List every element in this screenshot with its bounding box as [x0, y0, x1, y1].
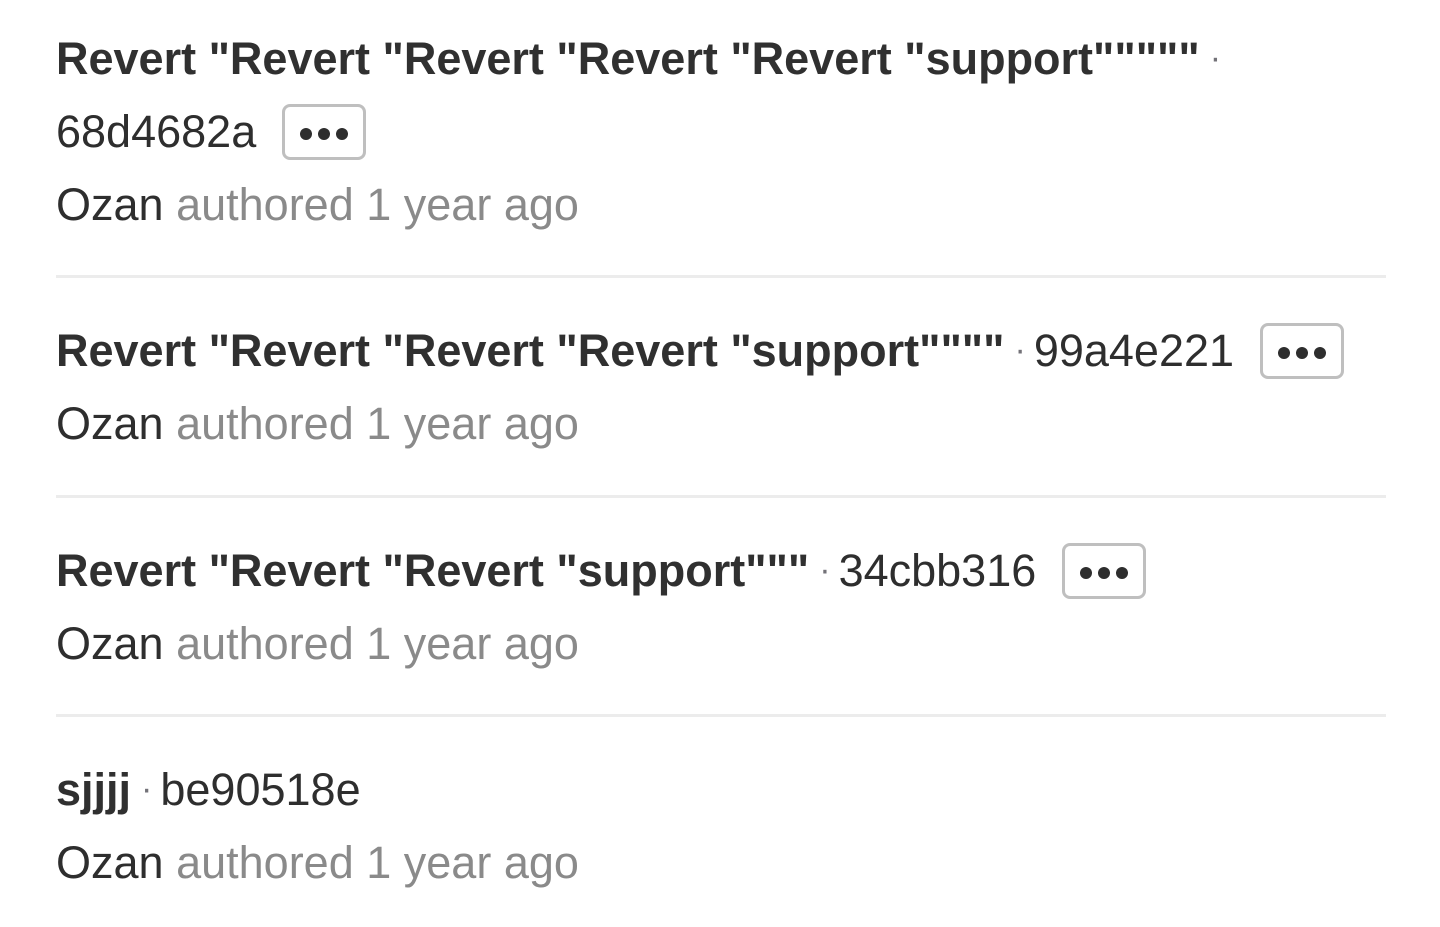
- commit-meta-row: Ozan authored 1 year ago: [56, 168, 1386, 241]
- authored-label: authored: [176, 398, 354, 449]
- commit-author[interactable]: Ozan: [56, 398, 164, 449]
- ellipsis-icon: [1275, 324, 1329, 375]
- separator-dot: ·: [1209, 38, 1222, 77]
- authored-label: authored: [176, 618, 354, 669]
- commit-time: 1 year ago: [366, 179, 579, 230]
- divider: [56, 714, 1386, 717]
- toggle-description-button[interactable]: [1062, 543, 1147, 600]
- commit-sha[interactable]: be90518e: [160, 764, 360, 815]
- commit-title-row: Revert "Revert "Revert "Revert "Revert "…: [56, 22, 1386, 95]
- commit-meta-row: Ozan authored 1 year ago: [56, 387, 1386, 460]
- separator-dot: ·: [141, 769, 153, 808]
- commit-title-row: Revert "Revert "Revert "support""" · 34cbb…: [56, 534, 1386, 607]
- commit-author[interactable]: Ozan: [56, 837, 164, 888]
- authored-label: authored: [176, 837, 354, 888]
- commit-author[interactable]: Ozan: [56, 618, 164, 669]
- ellipsis-icon: [297, 105, 351, 156]
- commit-item: Revert "Revert "Revert "support""" · 34cbb…: [56, 534, 1386, 680]
- commit-item: sjjjj · be90518e Ozan authored 1 year ago: [56, 753, 1386, 899]
- separator-dot: ·: [819, 550, 831, 589]
- separator-dot: ·: [1014, 330, 1026, 369]
- toggle-description-button[interactable]: [282, 104, 367, 161]
- ellipsis-icon: [1077, 544, 1131, 595]
- commit-meta-row: Ozan authored 1 year ago: [56, 826, 1386, 899]
- commit-item: Revert "Revert "Revert "Revert "Revert "…: [56, 22, 1386, 241]
- commit-list: Revert "Revert "Revert "Revert "Revert "…: [0, 0, 1440, 927]
- commit-title-row: sjjjj · be90518e: [56, 753, 1386, 826]
- commit-title[interactable]: Revert "Revert "Revert "Revert "support"…: [56, 325, 1004, 376]
- authored-label: authored: [176, 179, 354, 230]
- commit-meta-row: Ozan authored 1 year ago: [56, 607, 1386, 680]
- commit-time: 1 year ago: [366, 618, 579, 669]
- commit-author[interactable]: Ozan: [56, 179, 164, 230]
- commit-title[interactable]: Revert "Revert "Revert "Revert "Revert "…: [56, 33, 1200, 84]
- toggle-description-button[interactable]: [1260, 323, 1345, 380]
- commit-title[interactable]: sjjjj: [56, 764, 131, 815]
- commit-sha-row: 68d4682a: [56, 95, 1386, 168]
- divider: [56, 495, 1386, 498]
- commit-sha[interactable]: 99a4e221: [1034, 325, 1234, 376]
- commit-sha[interactable]: 34cbb316: [839, 545, 1037, 596]
- commit-time: 1 year ago: [366, 398, 579, 449]
- commit-title-row: Revert "Revert "Revert "Revert "support"…: [56, 314, 1386, 387]
- divider: [56, 275, 1386, 278]
- commit-item: Revert "Revert "Revert "Revert "support"…: [56, 314, 1386, 460]
- commit-title[interactable]: Revert "Revert "Revert "support""": [56, 545, 809, 596]
- commit-time: 1 year ago: [366, 837, 579, 888]
- commit-sha[interactable]: 68d4682a: [56, 106, 256, 157]
